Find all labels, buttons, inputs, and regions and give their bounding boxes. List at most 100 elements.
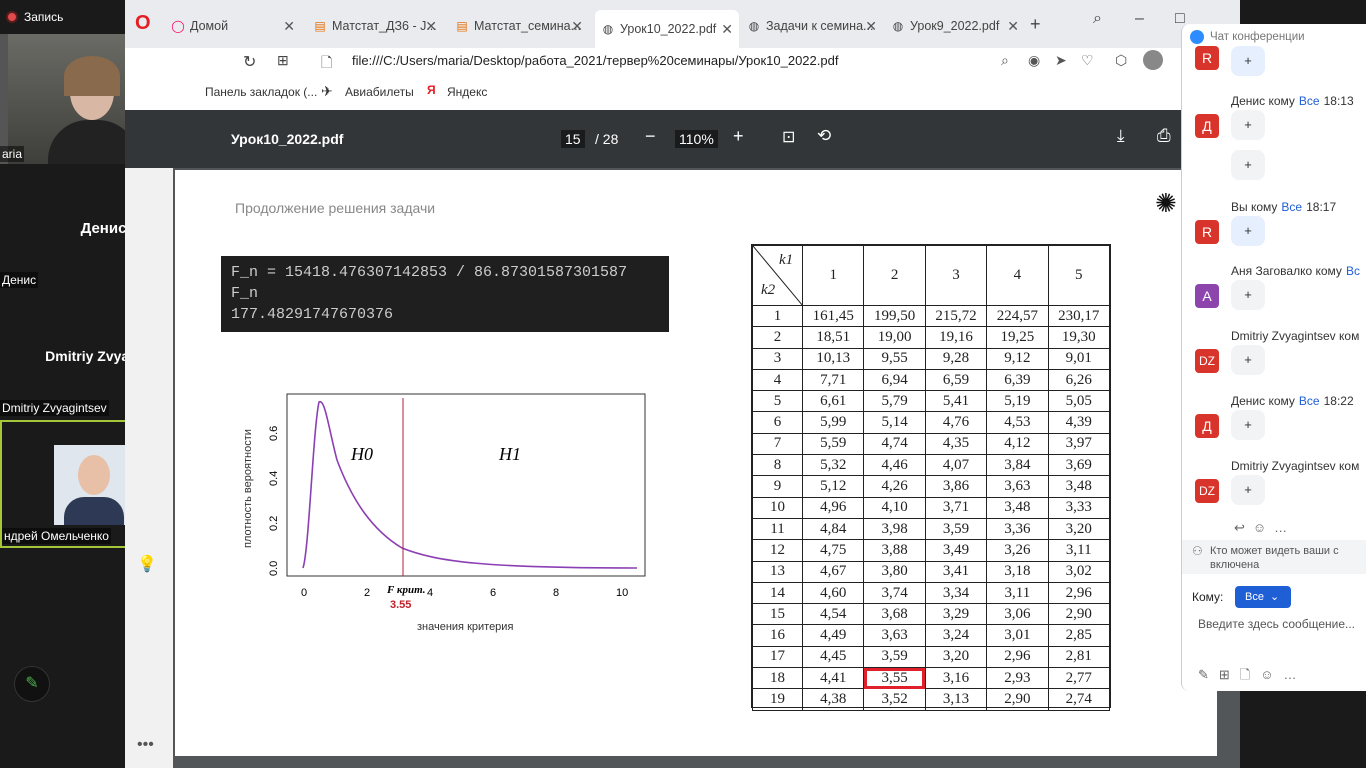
send-icon[interactable]: ➤	[1055, 52, 1067, 69]
reload-icon[interactable]: ↻	[243, 52, 256, 72]
y-tick-label: 0.6	[268, 426, 280, 441]
download-icon[interactable]: ⤓	[1117, 126, 1125, 146]
bookmark-aviabilety[interactable]: Авиабилеты	[345, 85, 414, 99]
page-total: / 28	[595, 131, 619, 147]
table-row: 6 5,99 5,14 4,76 4,53 4,39	[752, 411, 1111, 434]
table-row: 12 4,75 3,88 3,49 3,26 3,11	[752, 539, 1111, 562]
bookmark-panel[interactable]: Панель закладок (...	[205, 85, 317, 99]
recording-indicator[interactable]: Запись	[6, 10, 63, 24]
x-tick-label: 0	[301, 587, 307, 599]
tab-zadachi[interactable]: ◍ Задачи к семина... ✕	[741, 12, 883, 40]
row-header: 8	[752, 454, 803, 477]
reaction-tools[interactable]: ↩☺…	[1234, 520, 1295, 536]
new-tab-button[interactable]: +	[1030, 14, 1041, 35]
table-cell: 2,90	[1047, 603, 1111, 626]
table-cell: 6,39	[986, 368, 1049, 392]
lightbulb-icon[interactable]: 💡	[137, 554, 157, 574]
table-cell: 5,32	[801, 454, 865, 477]
message-bubble: +	[1231, 110, 1265, 140]
row-header: 13	[752, 560, 803, 583]
table-row: 17 4,45 3,59 3,20 2,96 2,81	[752, 645, 1111, 669]
tab-home[interactable]: ◯ Домой ✕	[165, 12, 301, 40]
hair	[64, 56, 120, 96]
tab-matstat-dz6[interactable]: ▤ Матстат_ДЗ6 - J... ✕	[307, 12, 443, 40]
row-header: 19	[752, 688, 803, 711]
avatar: Д	[1195, 114, 1219, 138]
to-label: Кому:	[1192, 590, 1224, 604]
tab-urok9[interactable]: ◍ Урок9_2022.pdf ✕	[885, 12, 1025, 40]
table-cell: 3,52	[863, 688, 926, 711]
search-icon[interactable]: ⌕	[1093, 10, 1102, 28]
print-icon[interactable]: ⎙	[1157, 126, 1171, 146]
table-row: 8 5,32 4,46 4,07 3,84 3,69	[752, 454, 1111, 477]
more-icon[interactable]: •••	[137, 736, 154, 754]
tab-label: Задачи к семина...	[766, 19, 874, 33]
row-header: 12	[752, 539, 803, 562]
message-header: Денис кому Все 18:22	[1231, 394, 1354, 408]
table-header-row: k1 k2 1 2 3 4 5	[752, 245, 1111, 306]
home-icon: ◯	[171, 19, 185, 33]
row-header: 15	[752, 603, 803, 626]
box-icon[interactable]: ⬡	[1115, 52, 1127, 69]
minimize-button[interactable]: –	[1135, 10, 1144, 28]
close-icon[interactable]: ✕	[425, 18, 437, 35]
table-cell: 9,01	[1047, 347, 1111, 370]
url-field[interactable]: file:///C:/Users/maria/Desktop/работа_20…	[352, 53, 838, 68]
avatar	[54, 445, 134, 525]
camera-icon[interactable]: ◉	[1028, 52, 1040, 69]
table-cell: 3,24	[924, 624, 988, 647]
close-icon[interactable]: ✕	[721, 21, 733, 38]
recipient-dropdown[interactable]: Все ⌄	[1235, 586, 1291, 608]
tab-matstat-seminar[interactable]: ▤ Матстат_семина... ✕	[449, 12, 589, 40]
table-cell: 2,77	[1047, 667, 1111, 690]
page-number-input[interactable]: 15	[561, 130, 585, 148]
col-header: 5	[1047, 245, 1111, 306]
table-cell: 3,34	[924, 581, 988, 605]
heart-icon[interactable]: ♡	[1081, 52, 1094, 69]
close-icon[interactable]: ✕	[865, 18, 877, 35]
airplane-icon: ✈	[321, 83, 333, 99]
x-tick-label: 10	[616, 587, 628, 599]
opera-logo-icon[interactable]: O	[135, 12, 151, 35]
table-cell: 4,53	[986, 411, 1049, 434]
rotate-icon[interactable]: ⟲	[817, 126, 831, 146]
code-line: 177.48291747670376	[231, 306, 394, 323]
x-tick-label: 4	[427, 587, 433, 599]
table-cell: 3,88	[863, 539, 926, 562]
zoom-level-input[interactable]: 110%	[675, 130, 718, 148]
row-header: 7	[752, 432, 803, 456]
row-header: 18	[752, 667, 803, 690]
chat-toolbar[interactable]: ✎⊞🗋☺…	[1198, 666, 1307, 688]
table-cell: 5,14	[863, 411, 926, 434]
bookmark-yandex[interactable]: Яндекс	[447, 85, 487, 99]
profile-icon[interactable]	[1143, 50, 1163, 70]
zoom-icon[interactable]: ⌕	[1001, 52, 1009, 69]
sender: Денис кому	[1231, 394, 1295, 408]
table-cell: 199,50	[863, 304, 926, 328]
zoom-in-button[interactable]: +	[733, 126, 744, 147]
table-cell: 18,51	[801, 326, 865, 349]
table-cell: 3,18	[986, 560, 1049, 583]
close-icon[interactable]: ✕	[571, 18, 583, 35]
row-header: 6	[752, 411, 803, 434]
table-cell: 3,55	[863, 667, 926, 690]
tabs-grid-icon[interactable]: ⊞	[277, 52, 289, 69]
code-line: F_n = 15418.476307142853 / 86.8730158730…	[231, 264, 628, 281]
close-icon[interactable]: ✕	[283, 18, 295, 35]
fit-page-icon[interactable]: ⊡	[782, 127, 795, 147]
tab-urok10[interactable]: ◍ Урок10_2022.pdf ✕	[595, 10, 739, 48]
table-row: 10 4,96 4,10 3,71 3,48 3,33	[752, 496, 1111, 519]
table-cell: 4,96	[801, 496, 865, 519]
avatar: DZ	[1195, 349, 1219, 373]
close-icon[interactable]: ✕	[1007, 18, 1019, 35]
recipient: Все	[1298, 394, 1320, 408]
row-header: 5	[752, 390, 803, 413]
table-cell: 3,63	[986, 475, 1049, 498]
pencil-icon[interactable]: ✎	[14, 666, 50, 702]
message-input[interactable]: Введите здесь сообщение...	[1198, 617, 1355, 631]
row-header: 17	[752, 645, 803, 669]
row-header: 2	[752, 326, 803, 349]
table-cell: 4,26	[863, 475, 926, 498]
zoom-out-button[interactable]: −	[645, 126, 656, 147]
table-cell: 4,76	[924, 411, 988, 434]
